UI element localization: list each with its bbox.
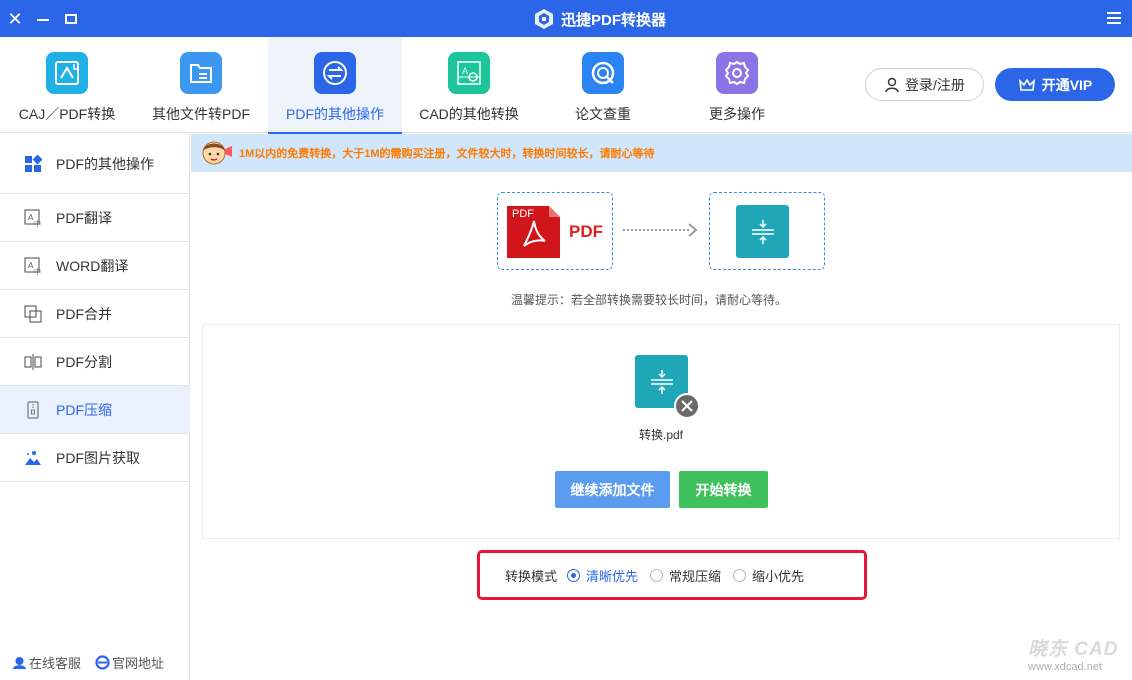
source-format-box: PDF PDF: [497, 192, 613, 270]
watermark-logo-text: 晓东 CAD: [1028, 639, 1119, 660]
grid-icon: [24, 154, 42, 173]
close-icon: [681, 400, 693, 412]
conversion-mode-label: 转换模式: [505, 568, 558, 584]
tool-caj-pdf[interactable]: CAJ／PDF转换: [0, 37, 134, 133]
tool-label: 更多操作: [709, 106, 765, 122]
remove-file-button[interactable]: [674, 393, 700, 419]
online-service-link[interactable]: 在线客服: [12, 653, 81, 672]
pdf-format-label: PDF: [569, 222, 603, 241]
sidebar-item-label: WORD翻译: [56, 257, 129, 274]
translate-icon: A中: [24, 208, 42, 227]
sidebar-item-word-translate[interactable]: A中 WORD翻译: [0, 242, 190, 290]
conversion-mode-group: 转换模式 清晰优先 常规压缩 缩小优先: [477, 550, 867, 600]
menu-icon[interactable]: [1107, 9, 1123, 27]
sidebar-item-label: PDF翻译: [56, 209, 112, 226]
svg-text:中: 中: [34, 219, 41, 227]
sidebar: PDF的其他操作 A中 PDF翻译 A中 WORD翻译 PDF合并 PDF分割 …: [0, 134, 190, 680]
tool-more[interactable]: 更多操作: [670, 37, 804, 133]
login-register-label: 登录/注册: [905, 76, 965, 93]
watermark: 晓东 CAD www.xdcad.net: [1028, 634, 1118, 673]
search-check-icon: [582, 52, 624, 94]
radio-icon: [650, 568, 664, 582]
tool-label: PDF的其他操作: [286, 106, 384, 122]
sidebar-item-label: PDF分割: [56, 353, 112, 370]
crown-icon: [1018, 77, 1035, 91]
online-service-label: 在线客服: [29, 656, 82, 671]
tool-label: 其他文件转PDF: [152, 106, 250, 122]
folder-icon: [180, 52, 222, 94]
sidebar-item-pdf-split[interactable]: PDF分割: [0, 338, 190, 386]
mode-option-clarity[interactable]: 清晰优先: [567, 566, 638, 585]
tool-label: 论文查重: [575, 106, 631, 122]
app-title: 迅捷PDF转换器: [561, 11, 667, 29]
radio-icon: [733, 568, 747, 582]
compress-file-icon: [736, 205, 789, 258]
caj-pdf-icon: [46, 52, 88, 94]
arrow-right-icon: [623, 223, 698, 237]
file-name: 转换.pdf: [638, 428, 684, 442]
mode-option-label: 缩小优先: [752, 568, 805, 584]
image-extract-icon: [24, 449, 42, 467]
pdf-badge-text: PDF: [512, 208, 534, 220]
mode-option-label: 常规压缩: [669, 568, 722, 584]
target-format-box: [709, 192, 825, 270]
start-convert-button[interactable]: 开始转换: [679, 471, 768, 508]
tip-text: 温馨提示：若全部转换需要较长时间，请耐心等待。: [511, 293, 788, 307]
mode-option-label: 清晰优先: [586, 568, 639, 584]
translate-icon: A中: [24, 256, 42, 275]
exchange-icon: [314, 52, 356, 94]
sidebar-footer: 在线客服 官网地址: [12, 653, 178, 672]
tool-label: CAJ／PDF转换: [18, 106, 116, 122]
mode-option-smallest[interactable]: 缩小优先: [733, 566, 804, 585]
tool-label: CAD的其他转换: [419, 106, 519, 122]
cad-icon: A: [448, 52, 490, 94]
notice-bar: 1M以内的免费转换，大于1M的需购买注册，文件较大时，转换时间较长，请耐心等待: [191, 134, 1132, 172]
sidebar-item-pdf-merge[interactable]: PDF合并: [0, 290, 190, 338]
svg-text:A: A: [462, 67, 469, 77]
tool-paper-check[interactable]: 论文查重: [536, 37, 670, 133]
minimize-icon[interactable]: [33, 9, 53, 29]
compress-icon: [24, 400, 42, 419]
mode-option-normal[interactable]: 常规压缩: [650, 566, 721, 585]
open-vip-label: 开通VIP: [1041, 76, 1093, 93]
browser-icon: [95, 655, 110, 670]
radio-icon: [567, 568, 581, 582]
sidebar-item-pdf-other-ops[interactable]: PDF的其他操作: [0, 134, 190, 194]
sidebar-item-label: PDF压缩: [56, 401, 112, 418]
mascot-icon: [202, 141, 232, 165]
user-icon: [885, 77, 899, 92]
compress-file-icon: [650, 369, 673, 394]
title-bar: ✕ 迅捷PDF转换器: [0, 0, 1132, 37]
sidebar-item-label: PDF图片获取: [56, 449, 140, 466]
svg-text:中: 中: [34, 267, 41, 275]
merge-icon: [24, 304, 42, 323]
sidebar-item-label: PDF合并: [56, 305, 112, 322]
close-icon[interactable]: ✕: [5, 9, 25, 29]
headset-icon: [13, 657, 26, 669]
maximize-icon[interactable]: [61, 9, 81, 29]
app-logo-icon: [535, 9, 553, 29]
sidebar-item-pdf-image-extract[interactable]: PDF图片获取: [0, 434, 190, 482]
tool-other-to-pdf[interactable]: 其他文件转PDF: [134, 37, 268, 133]
add-files-button[interactable]: 继续添加文件: [555, 471, 670, 508]
app-title-group: 迅捷PDF转换器: [533, 8, 666, 30]
sidebar-item-pdf-translate[interactable]: A中 PDF翻译: [0, 194, 190, 242]
file-drop-area[interactable]: 转换.pdf 继续添加文件 开始转换: [202, 324, 1120, 539]
gear-icon: [716, 52, 758, 94]
sidebar-item-label: PDF的其他操作: [56, 155, 154, 172]
sidebar-item-pdf-compress[interactable]: PDF压缩: [0, 386, 190, 434]
split-icon: [24, 353, 42, 371]
official-website-label: 官网地址: [112, 656, 165, 671]
tool-pdf-other-ops[interactable]: PDF的其他操作: [268, 37, 402, 134]
open-vip-button[interactable]: 开通VIP: [995, 68, 1115, 101]
tool-cad-convert[interactable]: A CAD的其他转换: [402, 37, 536, 133]
login-register-button[interactable]: 登录/注册: [865, 68, 984, 101]
official-website-link[interactable]: 官网地址: [95, 653, 164, 672]
conversion-flow: PDF PDF: [497, 192, 827, 270]
notice-text: 1M以内的免费转换，大于1M的需购买注册，文件较大时，转换时间较长，请耐心等待: [239, 148, 655, 160]
watermark-url: www.xdcad.net: [1028, 661, 1102, 673]
main-toolbar: CAJ／PDF转换 其他文件转PDF PDF的其他操作 A CAD的其他转换 论…: [0, 37, 1132, 134]
